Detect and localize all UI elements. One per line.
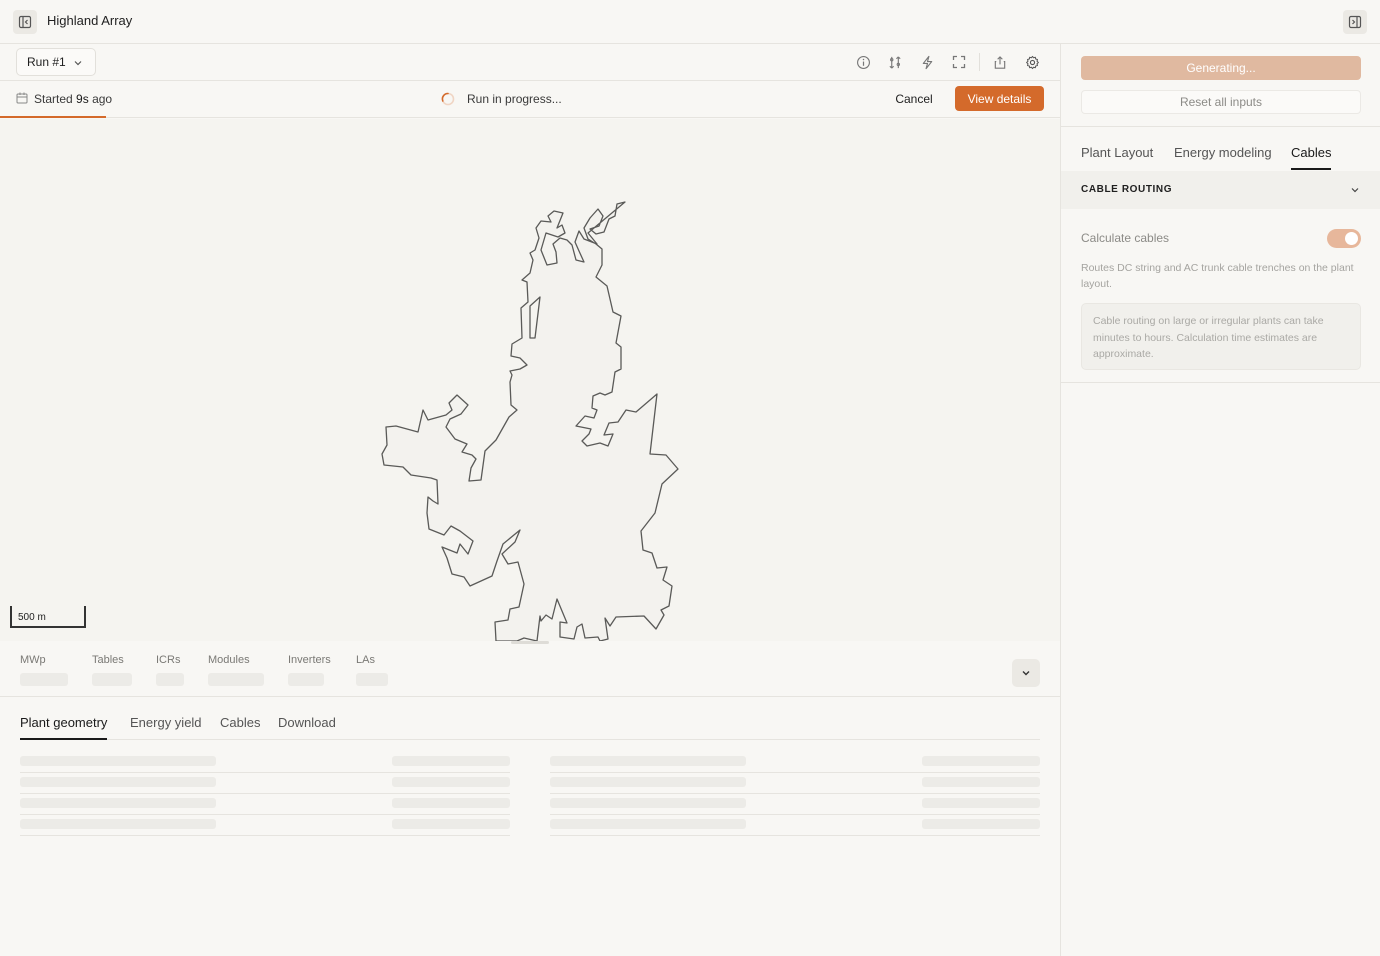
generating-button[interactable]: Generating... (1081, 56, 1361, 80)
toolbar-divider (979, 53, 980, 71)
stat-label-tables: Tables (92, 654, 124, 666)
sidebar-left-icon[interactable] (13, 10, 37, 34)
started-text: Started 9s ago (34, 92, 112, 106)
table-row-divider (20, 835, 510, 836)
lightning-icon[interactable] (919, 54, 935, 70)
table-row-divider (550, 772, 1040, 773)
reset-all-inputs-button[interactable]: Reset all inputs (1081, 90, 1361, 114)
table-cell-placeholder (392, 777, 510, 787)
compare-icon[interactable] (887, 54, 903, 70)
tab-energy-modeling[interactable]: Energy modeling (1174, 145, 1272, 170)
table-cell-placeholder (550, 798, 746, 808)
table-cell-placeholder (922, 819, 1040, 829)
info-icon[interactable] (855, 54, 871, 70)
stat-label-mwp: MWp (20, 654, 46, 666)
stat-value-placeholder (288, 673, 324, 686)
table-cell-placeholder (550, 756, 746, 766)
page-title: Highland Array (47, 13, 133, 28)
tab-plant-layout[interactable]: Plant Layout (1081, 145, 1153, 170)
resize-handle[interactable] (511, 641, 549, 644)
stat-label-modules: Modules (208, 654, 250, 666)
table-row-divider (550, 814, 1040, 815)
stat-value-placeholder (156, 673, 184, 686)
map-canvas[interactable]: 500 m (0, 119, 1060, 641)
status-bar: Started 9s ago Run in progress... Cancel… (0, 81, 1060, 118)
fullscreen-icon[interactable] (951, 54, 967, 70)
divider (1061, 126, 1380, 127)
table-cell-placeholder (922, 777, 1040, 787)
section-title: CABLE ROUTING (1081, 184, 1173, 195)
table-cell-placeholder (922, 798, 1040, 808)
scale-bar: 500 m (10, 606, 86, 628)
stat-value-placeholder (20, 673, 68, 686)
stat-label-icrs: ICRs (156, 654, 181, 666)
stat-label-inverters: Inverters (288, 654, 331, 666)
table-cell-placeholder (922, 756, 1040, 766)
collapse-button[interactable] (1012, 659, 1040, 687)
table-row-divider (550, 835, 1040, 836)
stat-value-placeholder (208, 673, 264, 686)
spinner-icon (441, 92, 455, 106)
tab-energy-yield[interactable]: Energy yield (130, 715, 202, 740)
table-cell-placeholder (20, 819, 216, 829)
toolbar: Run #1 (0, 44, 1060, 81)
results-tabs: Plant geometry Energy yield Cables Downl… (20, 709, 340, 740)
top-bar: Highland Array (0, 0, 1380, 44)
run-select-label: Run #1 (27, 55, 66, 69)
chevron-down-icon (1022, 671, 1030, 676)
started-prefix: Started (34, 92, 73, 106)
chevron-down-icon (1351, 188, 1359, 193)
settings-panel: Generating... Reset all inputs Plant Lay… (1061, 44, 1380, 956)
table-cell-placeholder (550, 819, 746, 829)
plant-boundary (381, 201, 679, 641)
table-cell-placeholder (20, 756, 216, 766)
table-row-divider (20, 793, 510, 794)
cable-routing-section-header[interactable]: CABLE ROUTING (1061, 171, 1380, 209)
tab-plant-geometry[interactable]: Plant geometry (20, 715, 108, 740)
divider (1061, 382, 1380, 383)
tab-download[interactable]: Download (278, 715, 336, 740)
calculate-cables-toggle[interactable] (1327, 229, 1361, 248)
progress-text: Run in progress... (467, 92, 562, 106)
chevron-down-icon (74, 61, 82, 66)
stat-label-las: LAs (356, 654, 375, 666)
sidebar-right-icon[interactable] (1343, 10, 1367, 34)
stat-value-placeholder (356, 673, 388, 686)
gear-icon[interactable] (1024, 54, 1040, 70)
cable-note: Cable routing on large or irregular plan… (1081, 303, 1361, 370)
cancel-button[interactable]: Cancel (888, 87, 940, 111)
tabs-underline (340, 739, 1040, 740)
table-cell-placeholder (392, 798, 510, 808)
run-select[interactable]: Run #1 (16, 48, 96, 76)
stat-value-placeholder (92, 673, 132, 686)
started-value: 9s (76, 92, 89, 106)
view-details-button[interactable]: View details (955, 86, 1044, 111)
tab-cables[interactable]: Cables (220, 715, 260, 740)
table-cell-placeholder (20, 777, 216, 787)
table-row-divider (550, 793, 1040, 794)
calculate-cables-label: Calculate cables (1081, 231, 1170, 245)
table-cell-placeholder (392, 819, 510, 829)
table-row-divider (20, 772, 510, 773)
table-cell-placeholder (550, 777, 746, 787)
table-cell-placeholder (20, 798, 216, 808)
table-row-divider (20, 814, 510, 815)
stats-row: MWp Tables ICRs Modules Inverters LAs (0, 649, 1060, 697)
started-suffix: ago (92, 92, 113, 106)
tab-cables[interactable]: Cables (1291, 145, 1332, 170)
progress-bar (0, 116, 106, 118)
main-panel: Run #1 Started 9s ago Run in progress...… (0, 44, 1061, 956)
share-icon[interactable] (992, 54, 1008, 70)
toggle-knob (1345, 232, 1358, 245)
table-cell-placeholder (392, 756, 510, 766)
cable-description: Routes DC string and AC trunk cable tren… (1081, 262, 1354, 290)
calendar-icon (16, 92, 28, 104)
